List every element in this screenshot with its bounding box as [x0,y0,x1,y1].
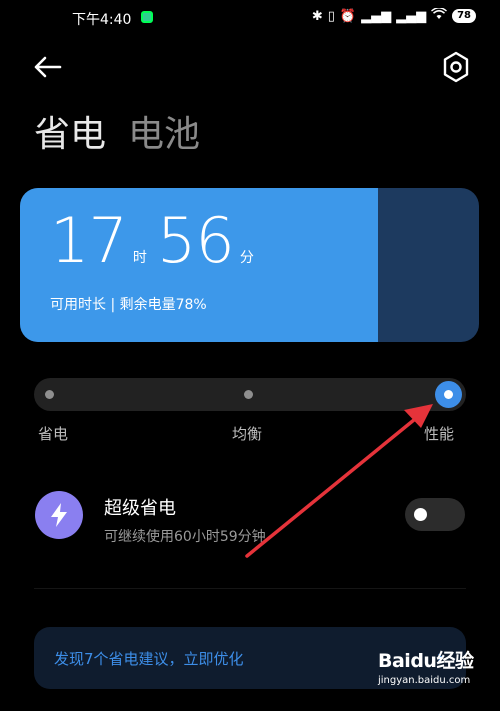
hours-unit: 时 [132,250,147,266]
toggle-thumb [414,508,427,521]
minutes-value: 56 [156,204,235,277]
battery-subtitle: 可用时长 | 剩余电量78% [50,297,207,313]
back-button[interactable] [30,52,66,82]
notification-app-icon [141,11,153,23]
status-bar: 下午4:40 ✱ ▯ ⏰ ▂▄▆ ▂▄▆ 78 [0,0,500,36]
wifi-icon [431,7,448,24]
mode-dot-saving[interactable] [45,390,54,399]
hd-signal-icon: ▂▄▆ [361,8,392,24]
watermark-logo: Baidu经验 [378,650,474,672]
divider [34,588,466,589]
ultra-saver-icon-badge [35,491,83,539]
hexagon-gear-icon [443,51,469,83]
mode-dot-balanced[interactable] [244,390,253,399]
watermark-url: jingyan.baidu.com [378,675,471,686]
ultra-saver-toggle[interactable] [405,498,465,531]
battery-indicator: 78 [452,9,476,23]
mode-label-performance[interactable]: 性能 [424,423,454,444]
lightning-icon [51,503,67,527]
mode-label-saving[interactable]: 省电 [38,423,68,444]
mode-label-balanced[interactable]: 均衡 [232,423,262,444]
minutes-unit: 分 [239,250,254,266]
tab-battery[interactable]: 电池 [128,105,200,157]
hours-value: 17 [50,204,128,277]
tab-power-saving[interactable]: 省电 [34,105,106,157]
hd-signal-icon-2: ▂▄▆ [396,8,427,24]
status-time: 下午4:40 [72,12,132,28]
battery-card: 17 时 56 分 可用时长 | 剩余电量78% [20,188,479,342]
status-icons: ✱ ▯ ⏰ ▂▄▆ ▂▄▆ 78 [311,7,476,24]
settings-button[interactable] [440,50,472,84]
mode-slider-knob[interactable] [435,381,462,408]
baidu-jingyan-watermark: Baidu经验 jingyan.baidu.com [378,646,478,696]
vibrate-icon: ▯ [327,8,335,24]
bluetooth-icon: ✱ [311,8,323,24]
arrow-left-icon [34,56,62,78]
page-tabs: 省电 电池 [34,105,200,157]
power-mode-slider[interactable] [34,378,466,411]
battery-settings-screen: 下午4:40 ✱ ▯ ⏰ ▂▄▆ ▂▄▆ 78 省电 电池 17 时 56 分 … [0,0,500,711]
suggestions-text: 发现7个省电建议，立即优化 [54,650,244,668]
alarm-icon: ⏰ [339,8,357,24]
ultra-saver-title: 超级省电 [104,498,176,519]
remaining-time: 17 时 56 分 [50,210,264,272]
ultra-saver-subtitle: 可继续使用60小时59分钟 [104,529,266,545]
